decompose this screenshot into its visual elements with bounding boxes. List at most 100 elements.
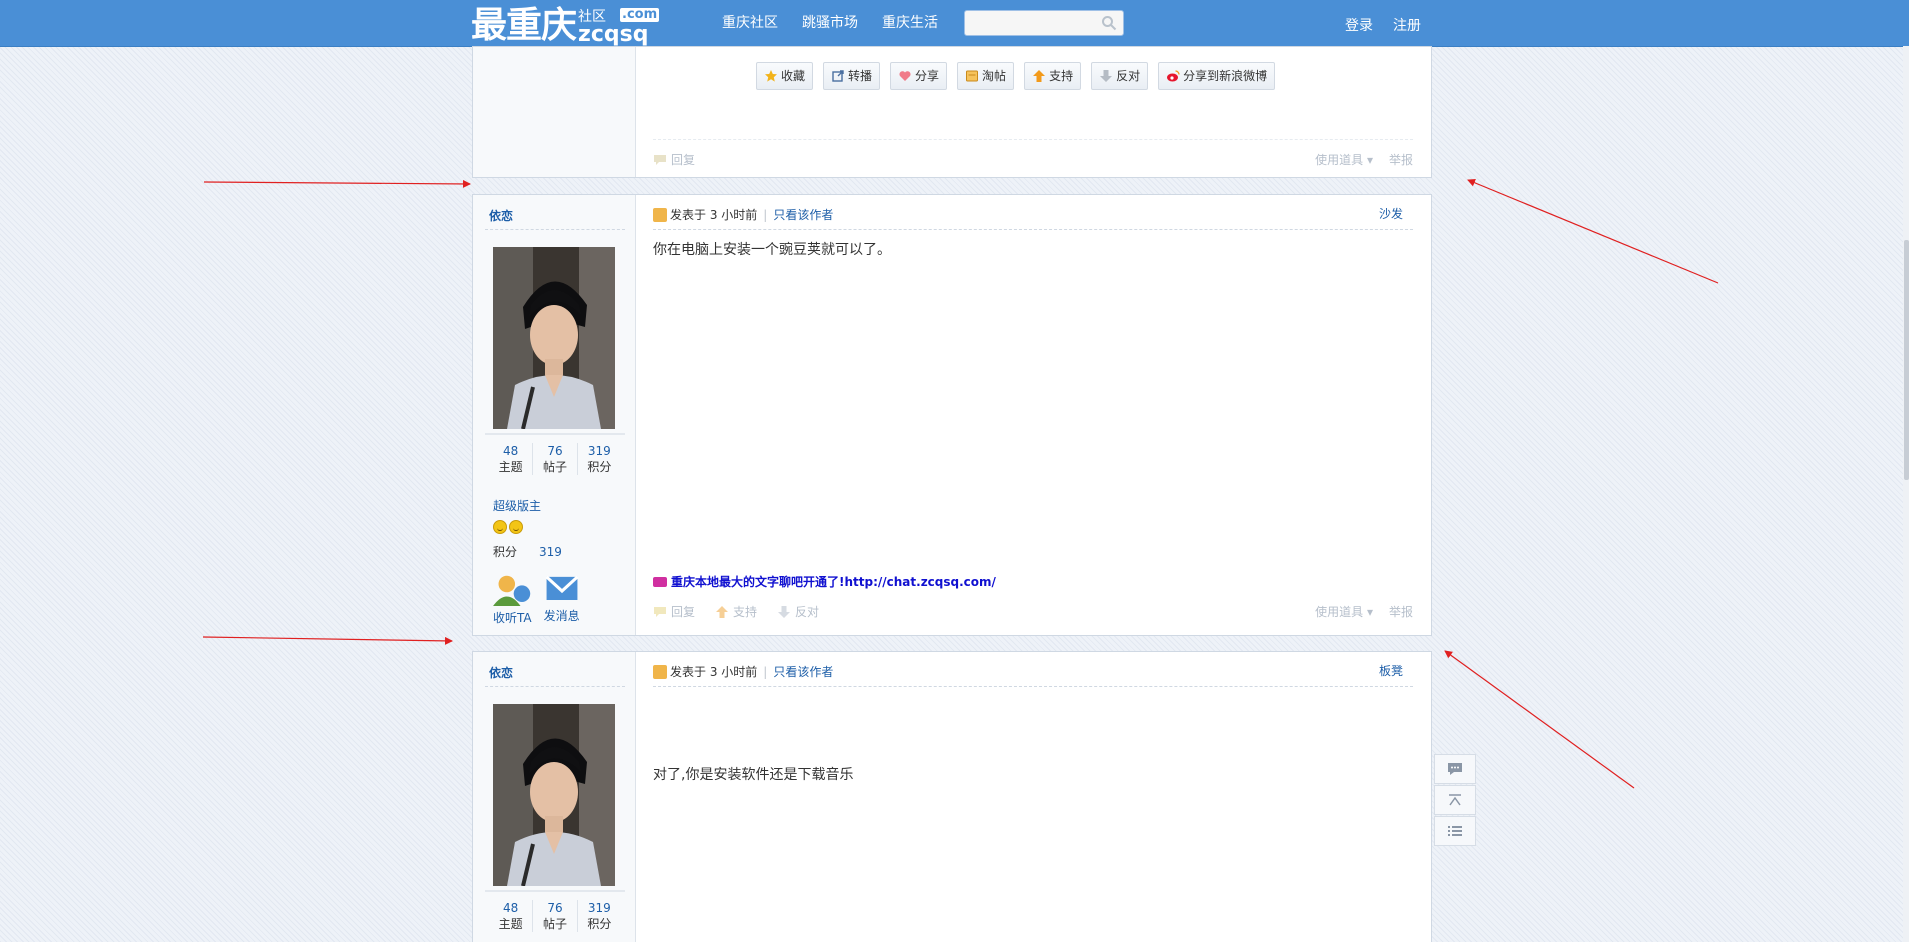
follow-icon: [493, 575, 531, 607]
nav-link-life[interactable]: 重庆生活: [882, 0, 938, 46]
author-stats: 48 主题 76 帖子 319 积分: [489, 443, 621, 475]
smiley-icon: [509, 520, 523, 534]
mail-icon: [545, 575, 579, 601]
divider: [485, 433, 625, 435]
post-meta: 发表于 3 小时前 | 只看该作者: [653, 206, 1413, 228]
oppose-button[interactable]: 反对: [1091, 62, 1149, 90]
post-card-2: 依恋 48 主题 76 帖子 319 积分 发表于 3 小时前 | 只看该作者 …: [472, 651, 1432, 942]
divider: [653, 686, 1413, 687]
support-link[interactable]: 支持: [715, 603, 757, 620]
floor-number[interactable]: 沙发: [1379, 205, 1403, 222]
reply-icon: [654, 607, 666, 617]
only-author-link[interactable]: 只看该作者: [773, 665, 833, 679]
author-name[interactable]: 依恋: [489, 207, 513, 224]
chat-ad-link[interactable]: 重庆本地最大的文字聊吧开通了!http://chat.zcqsq.com/: [653, 573, 996, 590]
author-points: 积分 319: [493, 545, 562, 559]
reply-button[interactable]: 回复: [653, 151, 695, 168]
share-weibo-button[interactable]: 分享到新浪微博: [1158, 62, 1276, 90]
repost-button[interactable]: 转播: [823, 62, 881, 90]
arrow-up-icon: [716, 606, 729, 618]
weibo-icon: [1167, 70, 1180, 82]
post-author-panel: 依恋 48 主题 76 帖子: [473, 195, 636, 635]
reply-button[interactable]: 回复: [653, 603, 695, 620]
post-author-panel: [473, 47, 636, 177]
post-content: 你在电脑上安装一个豌豆荚就可以了。: [653, 242, 891, 258]
nav-link-market[interactable]: 跳骚市场: [802, 0, 858, 46]
divider: [485, 686, 625, 687]
stat-threads[interactable]: 48 主题: [489, 900, 532, 932]
divider: [485, 890, 625, 892]
only-author-link[interactable]: 只看该作者: [773, 208, 833, 222]
post-footer: 回复 使用道具 ▾ 举报: [653, 151, 1413, 171]
logo-com-badge: .com: [620, 7, 660, 22]
user-icon: [653, 665, 667, 679]
use-tool-menu[interactable]: 使用道具 ▾: [1315, 603, 1373, 620]
list-icon: [1448, 826, 1462, 836]
post-meta: 发表于 3 小时前 | 只看该作者: [653, 663, 1413, 685]
user-icon: [653, 208, 667, 222]
post-author-panel: 依恋 48 主题 76 帖子: [473, 652, 636, 942]
author-stats: 48 主题 76 帖子 319 积分: [489, 900, 621, 932]
favorite-button[interactable]: 收藏: [756, 62, 814, 90]
floor-number[interactable]: 板凳: [1379, 662, 1403, 679]
search-icon[interactable]: [1101, 15, 1117, 31]
divider: [653, 229, 1413, 230]
back-to-top-button[interactable]: [1434, 785, 1476, 815]
rank-smileys: [493, 520, 523, 534]
share-button[interactable]: 分享: [890, 62, 948, 90]
site-logo[interactable]: 最重庆 社区 .com zcqsq: [471, 2, 666, 46]
scrollbar-track[interactable]: [1903, 46, 1909, 942]
avatar-photo: [493, 704, 615, 886]
annotation-arrow: [203, 179, 471, 188]
author-actions: 收听TA 发消息: [493, 573, 580, 626]
logo-main-text: 最重庆: [471, 5, 577, 46]
reply-icon: [654, 155, 666, 165]
floating-toolbar: [1434, 754, 1478, 847]
avatar[interactable]: [493, 247, 615, 429]
report-link[interactable]: 举报: [1389, 151, 1413, 168]
oppose-link[interactable]: 反对: [777, 603, 819, 620]
back-to-list-button[interactable]: [1434, 816, 1476, 846]
top-header: 最重庆 社区 .com zcqsq 重庆社区 跳骚市场 重庆生活 登录 注册: [0, 0, 1909, 47]
stat-points[interactable]: 319 积分: [576, 900, 621, 932]
report-link[interactable]: 举报: [1389, 603, 1413, 620]
comment-icon: [1448, 763, 1462, 775]
arrow-up-icon: [1033, 70, 1046, 82]
star-icon: [765, 70, 777, 82]
repost-icon: [832, 70, 844, 82]
search-input[interactable]: [964, 10, 1124, 36]
chevron-down-icon: ▾: [1366, 605, 1373, 619]
chevron-down-icon: ▾: [1366, 153, 1373, 167]
login-link[interactable]: 登录: [1345, 0, 1373, 52]
arrow-down-icon: [778, 606, 791, 618]
back-to-top-icon: [1449, 794, 1461, 806]
nav-link-community[interactable]: 重庆社区: [722, 0, 778, 46]
follow-link[interactable]: 收听TA: [493, 573, 532, 626]
support-button[interactable]: 支持: [1024, 62, 1082, 90]
author-name[interactable]: 依恋: [489, 664, 513, 681]
avatar-photo: [493, 247, 615, 429]
stat-posts[interactable]: 76 帖子: [532, 443, 576, 475]
quick-reply-button[interactable]: [1434, 754, 1476, 784]
register-link[interactable]: 注册: [1393, 0, 1421, 52]
post-footer: 回复 支持 反对 使用道具 ▾ 举报: [653, 603, 1413, 623]
user-rank[interactable]: 超级版主: [493, 497, 541, 514]
logo-en-text: zcqsq: [578, 22, 649, 47]
use-tool-menu[interactable]: 使用道具 ▾: [1315, 151, 1373, 168]
stat-threads[interactable]: 48 主题: [489, 443, 532, 475]
stat-posts[interactable]: 76 帖子: [532, 900, 576, 932]
divider: [653, 139, 1413, 140]
post-time: 发表于 3 小时前: [670, 208, 758, 222]
annotation-arrow: [1467, 178, 1719, 284]
scrollbar-thumb[interactable]: [1904, 240, 1909, 480]
collect-thread-button[interactable]: 淘帖: [957, 62, 1015, 90]
heart-icon: [899, 71, 911, 81]
chat-icon: [653, 577, 667, 587]
avatar[interactable]: [493, 704, 615, 886]
annotation-arrow: [202, 636, 453, 645]
send-message-link[interactable]: 发消息: [544, 573, 580, 626]
stat-points[interactable]: 319 积分: [576, 443, 621, 475]
post-content: 对了,你是安装软件还是下载音乐: [653, 767, 854, 783]
post-card-1: 依恋 48 主题 76 帖子 319 积分 超级版主 积分 319 收听TA 发…: [472, 194, 1432, 636]
share-button-row: 收藏 转播 分享 淘帖 支持 反对 分享到新浪微博: [756, 62, 1276, 90]
